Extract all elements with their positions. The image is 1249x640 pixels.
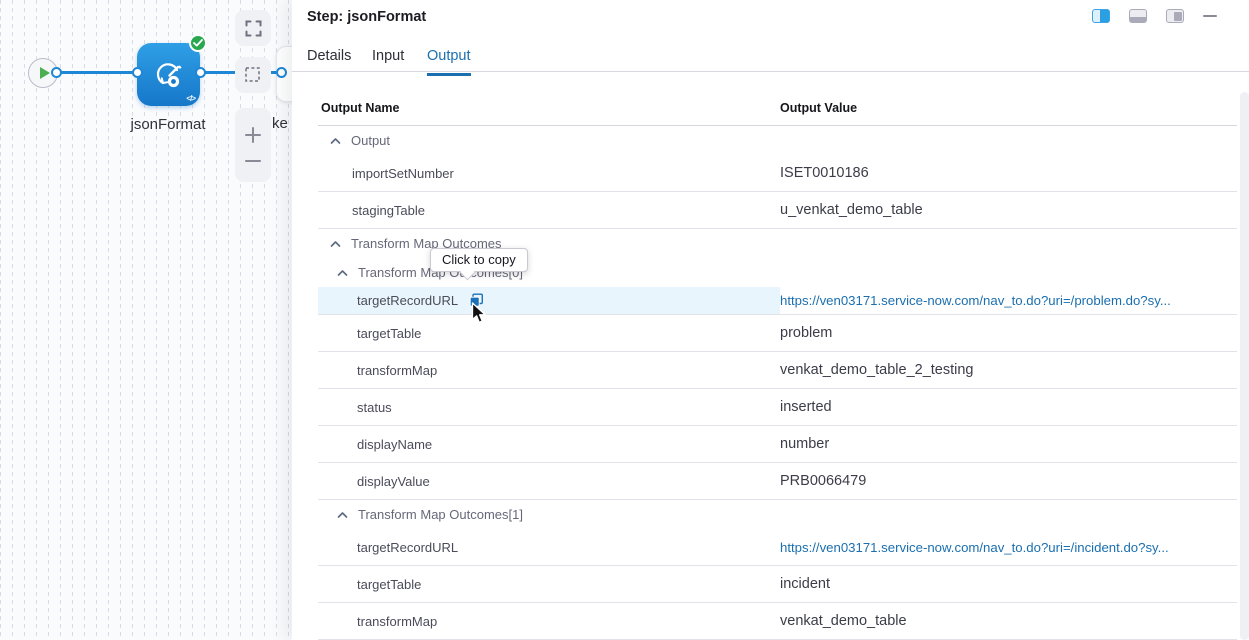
table-row: targetRecordURL https://ven03171.service-… — [318, 287, 1237, 315]
chevron-up-icon[interactable] — [330, 137, 341, 145]
zoom-controls — [235, 108, 271, 182]
output-table-body: Output importSetNumber ISET0010186 stagingT… — [318, 126, 1237, 640]
step-detail-panel: Step: jsonFormat Details Input Output Ou… — [292, 0, 1249, 640]
table-row: targetTable problem — [318, 315, 1237, 352]
output-value-cell: venkat_demo_table_2_testing — [780, 352, 1237, 388]
output-name-label: stagingTable — [352, 203, 425, 218]
output-value-cell: incident — [780, 566, 1237, 602]
output-value-text: number — [780, 436, 829, 452]
tooltip: Click to copy — [430, 248, 528, 272]
section-row: Transform Map Outcomes[1] — [318, 500, 1237, 529]
scrollbar[interactable] — [1240, 92, 1249, 640]
output-name-cell[interactable]: transformMap — [318, 352, 780, 388]
output-name-cell[interactable]: targetTable — [318, 315, 780, 351]
output-value-text: inserted — [780, 399, 832, 415]
app-window: </> jsonFormat ke — [0, 0, 1249, 640]
tab-output[interactable]: Output — [427, 48, 471, 76]
column-header-output-name: Output Name — [318, 101, 780, 115]
table-header-row: Output Name Output Value — [318, 90, 1237, 126]
output-name-cell[interactable]: stagingTable — [318, 192, 780, 228]
output-value-cell: problem — [780, 315, 1237, 351]
output-name-cell[interactable]: transformMap — [318, 603, 780, 639]
play-icon — [40, 67, 50, 79]
table-row: targetRecordURL https://ven03171.service-… — [318, 529, 1237, 566]
output-name-label: importSetNumber — [352, 166, 454, 181]
output-name-label: transformMap — [357, 363, 437, 378]
output-name-label: status — [357, 400, 392, 415]
output-name-cell[interactable]: importSetNumber — [318, 155, 780, 191]
output-name-label: targetRecordURL — [357, 540, 458, 555]
output-value-text: venkat_demo_table — [780, 613, 907, 629]
output-name-label: transformMap — [357, 614, 437, 629]
output-name-label: targetTable — [357, 577, 421, 592]
table-row: displayValue PRB0066479 — [318, 463, 1237, 500]
code-badge-icon: </> — [186, 94, 195, 103]
step-input-port[interactable] — [132, 67, 143, 78]
output-name-label: displayName — [357, 437, 432, 452]
output-value-cell: https://ven03171.service-now.com/nav_to.… — [780, 287, 1237, 314]
next-step-input-port[interactable] — [276, 67, 287, 78]
column-header-output-value: Output Value — [780, 101, 857, 115]
output-name-label: targetTable — [357, 326, 421, 341]
chevron-up-icon[interactable] — [337, 269, 348, 277]
output-table: Output Name Output Value Output importSet… — [318, 90, 1237, 640]
table-row: transformMap venkat_demo_table_2_testing — [318, 352, 1237, 389]
section-label: Transform Map Outcomes[1] — [358, 507, 523, 522]
mouse-cursor — [471, 302, 488, 324]
tab-details[interactable]: Details — [307, 48, 351, 73]
output-name-cell[interactable]: displayValue — [318, 463, 780, 499]
output-value-text: PRB0066479 — [780, 473, 866, 489]
output-value-cell: u_venkat_demo_table — [780, 192, 1237, 228]
output-value-text: incident — [780, 576, 830, 592]
chevron-up-icon[interactable] — [330, 240, 341, 248]
table-row: transformMap venkat_demo_table — [318, 603, 1237, 640]
section-row: Output — [318, 126, 1237, 155]
transform-step-icon — [150, 56, 188, 94]
selection-box-icon — [244, 66, 262, 84]
table-row: stagingTable u_venkat_demo_table — [318, 192, 1237, 229]
zoom-in-icon[interactable] — [244, 126, 262, 144]
tab-bar: Details Input Output — [292, 0, 1249, 72]
output-name-label: targetRecordURL — [357, 293, 458, 308]
output-value-cell: inserted — [780, 389, 1237, 425]
table-row: targetTable incident — [318, 566, 1237, 603]
output-value-cell: ISET0010186 — [780, 155, 1237, 191]
step-node-label: jsonFormat — [118, 116, 218, 133]
flow-canvas[interactable]: </> jsonFormat ke — [0, 0, 300, 640]
output-name-cell[interactable]: displayName — [318, 426, 780, 462]
table-row: status inserted — [318, 389, 1237, 426]
step-output-port[interactable] — [195, 67, 206, 78]
output-value-cell: venkat_demo_table — [780, 603, 1237, 639]
output-value-text: ISET0010186 — [780, 165, 869, 181]
start-output-port[interactable] — [51, 67, 62, 78]
chevron-up-icon[interactable] — [337, 511, 348, 519]
output-value-text: u_venkat_demo_table — [780, 202, 923, 218]
output-value-text: venkat_demo_table_2_testing — [780, 362, 973, 378]
output-value-cell: number — [780, 426, 1237, 462]
output-value-cell: https://ven03171.service-now.com/nav_to.… — [780, 529, 1237, 565]
output-name-cell[interactable]: targetTable — [318, 566, 780, 602]
table-row: displayName number — [318, 426, 1237, 463]
tooltip-text: Click to copy — [442, 252, 516, 267]
section-label: Output — [351, 133, 390, 148]
output-value-text: problem — [780, 325, 832, 341]
output-name-cell[interactable]: targetRecordURL — [318, 529, 780, 565]
output-value-cell: PRB0066479 — [780, 463, 1237, 499]
next-step-label: ke — [272, 115, 288, 132]
fullscreen-button[interactable] — [235, 10, 271, 46]
output-value-link[interactable]: https://ven03171.service-now.com/nav_to.… — [780, 293, 1171, 308]
table-row: importSetNumber ISET0010186 — [318, 155, 1237, 192]
step-node-jsonformat[interactable]: </> — [137, 43, 200, 106]
select-region-button[interactable] — [235, 57, 271, 93]
zoom-out-icon[interactable] — [244, 158, 262, 164]
success-check-icon — [189, 34, 207, 52]
output-name-cell[interactable]: status — [318, 389, 780, 425]
output-name-label: displayValue — [357, 474, 430, 489]
output-value-link[interactable]: https://ven03171.service-now.com/nav_to.… — [780, 540, 1169, 555]
fullscreen-icon — [245, 20, 262, 37]
output-name-cell[interactable]: targetRecordURL — [318, 287, 780, 314]
tab-input[interactable]: Input — [372, 48, 404, 73]
